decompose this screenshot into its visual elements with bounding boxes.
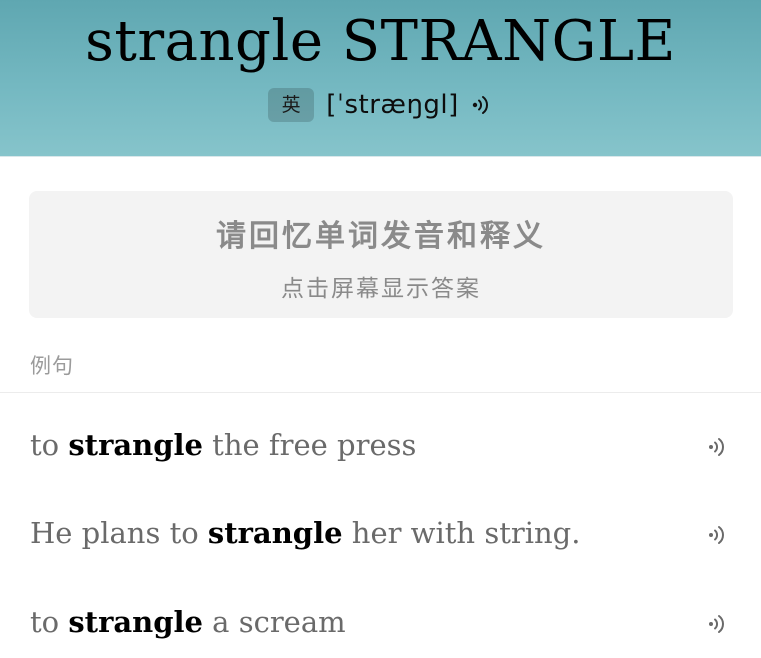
accent-badge: 英	[268, 88, 315, 122]
phonetic-text: [ˈstræŋgl]	[326, 90, 459, 120]
example-text: He plans to strangle her with string.	[30, 516, 581, 550]
speaker-icon[interactable]	[706, 432, 730, 456]
recall-prompt-subtitle: 点击屏幕显示答案	[281, 276, 481, 302]
example-keyword: strangle	[68, 428, 203, 462]
examples-section-label: 例句	[30, 354, 74, 378]
word-header: strangle STRANGLE 英 [ˈstræŋgl]	[0, 0, 761, 157]
example-sentence-3[interactable]: to strangle a scream	[30, 597, 730, 647]
speaker-icon[interactable]	[471, 94, 493, 116]
pronunciation-row: 英 [ˈstræŋgl]	[0, 88, 761, 122]
recall-prompt-title: 请回忆单词发音和释义	[216, 219, 546, 254]
headword: strangle STRANGLE	[85, 9, 676, 74]
recall-prompt-card[interactable]: 请回忆单词发音和释义 点击屏幕显示答案	[29, 191, 733, 318]
example-sentence-1[interactable]: to strangle the free press	[30, 420, 730, 470]
example-text: to strangle the free press	[30, 428, 417, 462]
divider	[0, 392, 761, 393]
example-sentence-2[interactable]: He plans to strangle her with string.	[30, 508, 730, 558]
speaker-icon[interactable]	[706, 609, 730, 633]
speaker-icon[interactable]	[706, 520, 730, 544]
example-keyword: strangle	[68, 605, 203, 639]
example-keyword: strangle	[207, 516, 343, 550]
example-text: to strangle a scream	[30, 605, 346, 639]
